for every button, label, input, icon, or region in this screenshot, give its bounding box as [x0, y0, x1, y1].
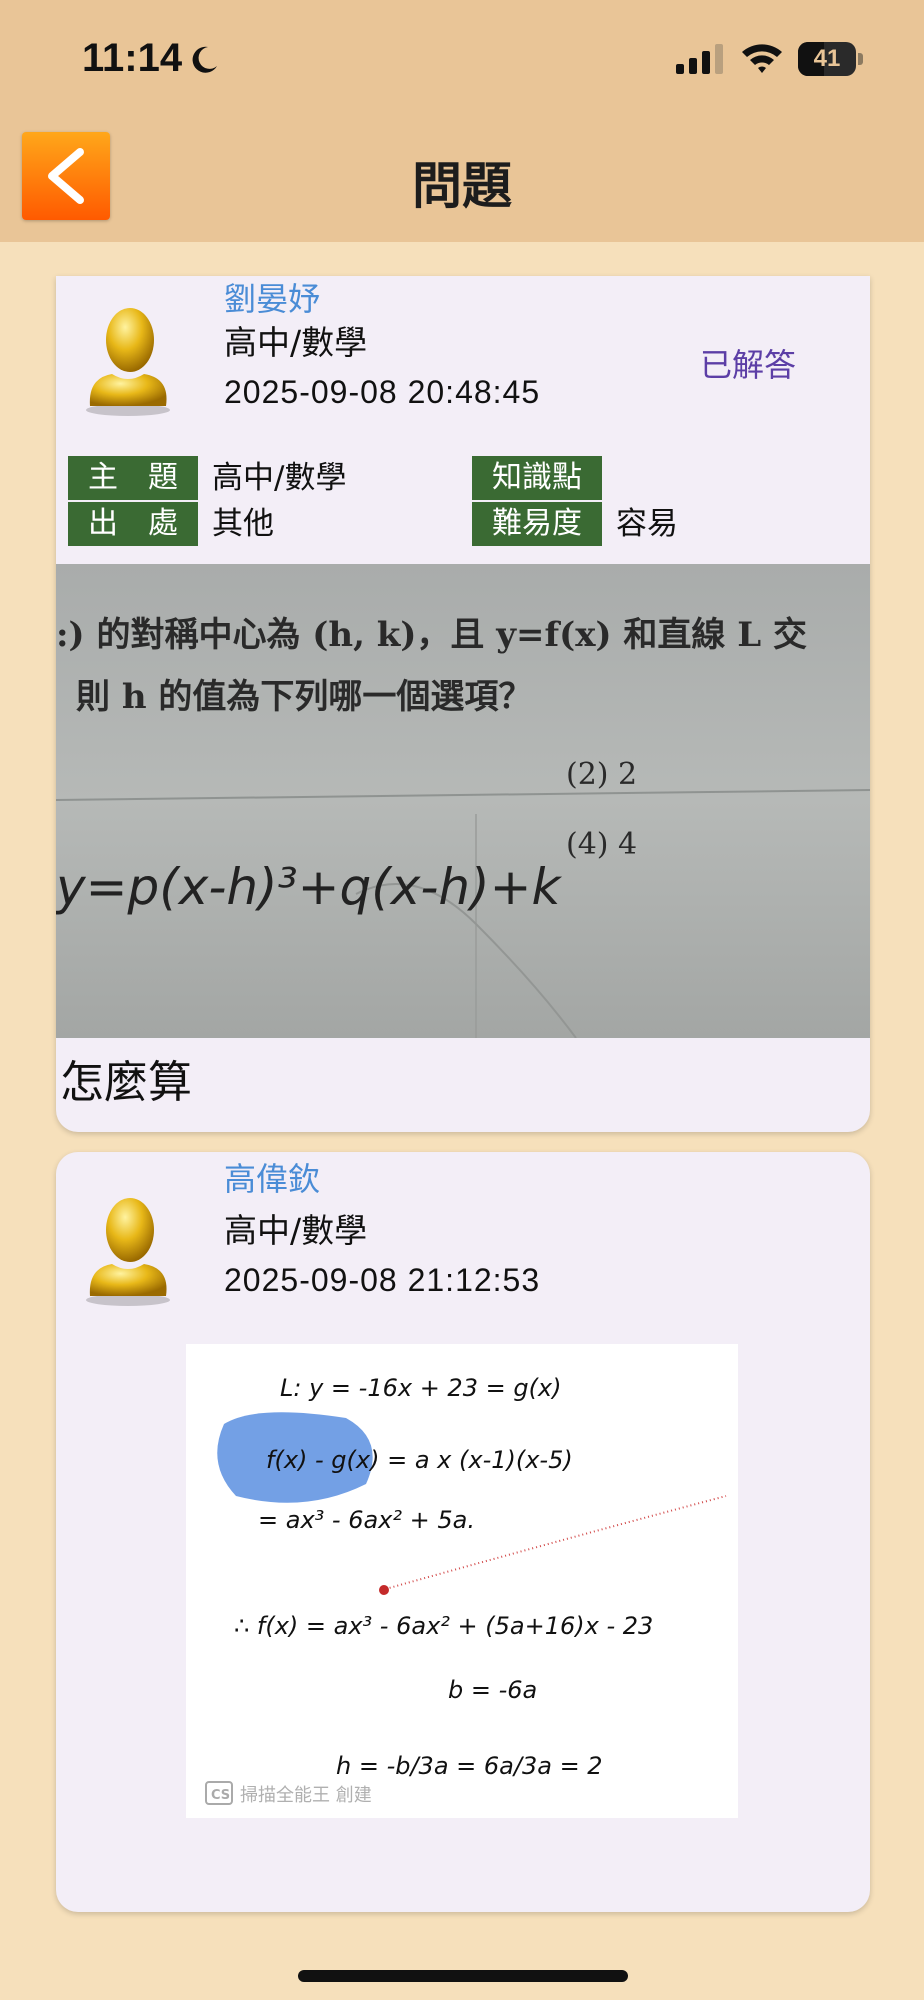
question-photo[interactable]: :) 的對稱中心為 (h, k)，且 y=f(x) 和直線 L 交 則 h 的值… [56, 564, 870, 1038]
question-card[interactable]: 劉晏妤 高中/數學 2025-09-08 20:48:45 已解答 主 題 高中… [56, 276, 870, 1132]
status-time: 11:14 [82, 36, 183, 80]
question-text: 怎麼算 [60, 1057, 192, 1108]
cellular-signal-icon [676, 44, 723, 74]
top-bar: 11:14 41 問題 [0, 0, 924, 242]
topic-label: 主 題 [68, 456, 198, 500]
battery-icon: 41 [798, 42, 863, 76]
answer-card[interactable]: 高偉欽 高中/數學 2025-09-08 21:12:53 L: y = -16… [56, 1152, 870, 1912]
answer-photo-line6: h = -b/3a = 6a/3a = 2 [336, 1752, 603, 1780]
home-indicator[interactable] [298, 1970, 628, 1982]
answer-photo-line5: b = -6a [448, 1676, 537, 1704]
answer-photo-line2: f(x) - g(x) = a x (x-1)(x-5) [266, 1446, 573, 1474]
topic-value: 高中/數學 [212, 460, 347, 496]
moon-icon [192, 46, 217, 73]
user-avatar-icon [86, 1198, 170, 1306]
asker-name[interactable]: 劉晏妤 [224, 276, 320, 320]
source-value: 其他 [212, 506, 274, 542]
question-subject: 高中/數學 [224, 323, 368, 362]
answer-subject: 高中/數學 [224, 1211, 368, 1250]
page-title: 問題 [412, 157, 512, 215]
user-avatar-icon [86, 308, 170, 416]
answerer-name[interactable]: 高偉欽 [224, 1154, 320, 1200]
wifi-icon [742, 44, 782, 73]
question-photo-option4: (4) 4 [566, 827, 637, 862]
question-photo-handwriting: y=p(x-h)³+q(x-h)+k [56, 858, 562, 916]
question-photo-line1: :) 的對稱中心為 (h, k)，且 y=f(x) 和直線 L 交 [56, 615, 807, 655]
answer-photo-line1: L: y = -16x + 23 = g(x) [280, 1374, 562, 1402]
status-badge: 已解答 [700, 346, 797, 384]
difficulty-value: 容易 [616, 506, 678, 542]
answer-photo-line4: ∴ f(x) = ax³ - 6ax² + (5a+16)x - 23 [234, 1612, 653, 1640]
knowledge-label: 知識點 [472, 456, 602, 500]
question-photo-line2: 則 h 的值為下列哪一個選項？ [76, 677, 532, 717]
question-timestamp: 2025-09-08 20:48:45 [224, 374, 541, 410]
question-photo-option2: (2) 2 [566, 757, 637, 792]
difficulty-label: 難易度 [472, 502, 602, 546]
watermark-badge: CS [211, 1788, 230, 1803]
answer-timestamp: 2025-09-08 21:12:53 [224, 1262, 541, 1298]
battery-level: 41 [813, 45, 841, 72]
answer-photo[interactable]: L: y = -16x + 23 = g(x) f(x) - g(x) = a … [186, 1344, 738, 1818]
watermark-text: 掃描全能王 創建 [240, 1785, 372, 1806]
answer-photo-line3: = ax³ - 6ax² + 5a. [258, 1506, 475, 1534]
source-label: 出 處 [68, 502, 198, 546]
